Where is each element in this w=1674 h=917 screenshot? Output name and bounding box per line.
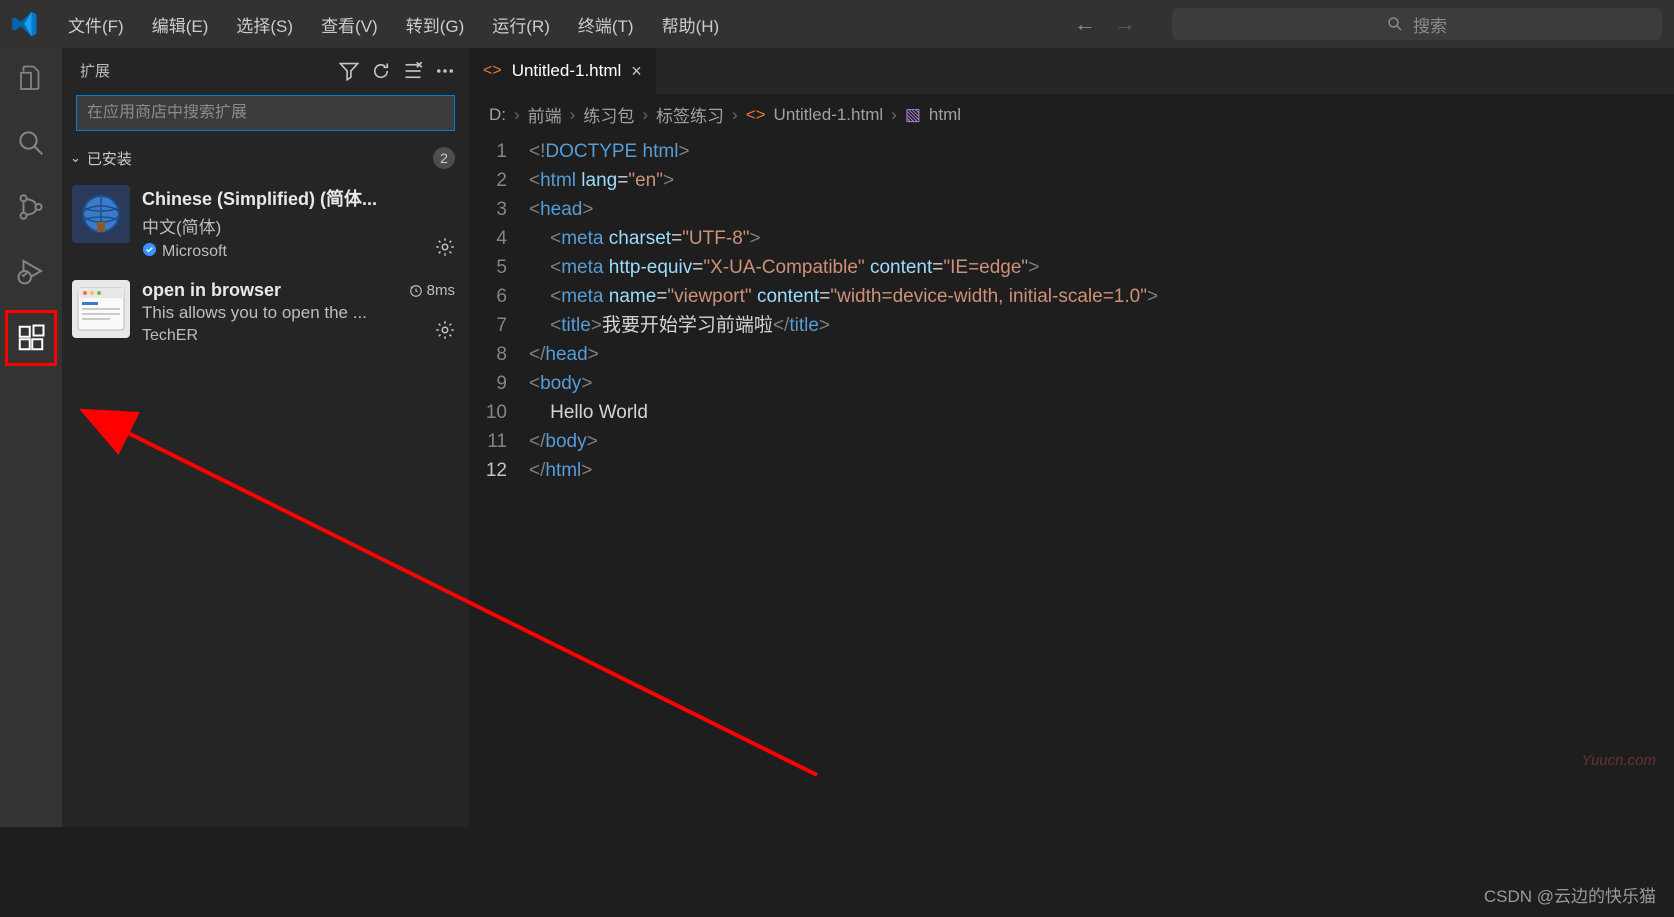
chevron-down-icon: ⌄ <box>70 150 81 166</box>
extension-title: Chinese (Simplified) (简体... <box>142 185 423 211</box>
menu-view[interactable]: 查看(V) <box>311 8 388 41</box>
activity-search[interactable] <box>14 126 48 160</box>
vscode-logo-icon <box>12 11 38 37</box>
extensions-search-input[interactable] <box>77 104 454 122</box>
watermark-site: Yuucn.com <box>1582 752 1656 769</box>
more-icon[interactable] <box>435 61 455 81</box>
extension-item[interactable]: Chinese (Simplified) (简体... 中文(简体) Micro… <box>62 177 469 272</box>
html-file-icon: <> <box>483 62 502 80</box>
extension-load-time: 8ms <box>409 282 455 299</box>
menu-selection[interactable]: 选择(S) <box>226 8 303 41</box>
menu-run[interactable]: 运行(R) <box>482 8 560 41</box>
symbol-icon: ▧ <box>905 105 921 125</box>
activity-debug[interactable] <box>14 254 48 288</box>
menu-help[interactable]: 帮助(H) <box>652 8 730 41</box>
menu-goto[interactable]: 转到(G) <box>396 8 475 41</box>
close-icon[interactable]: × <box>631 61 642 82</box>
breadcrumb-item[interactable]: D: <box>489 105 506 125</box>
nav-back-icon[interactable]: ← <box>1074 11 1096 37</box>
tab-filename: Untitled-1.html <box>512 61 622 81</box>
verified-icon <box>142 242 157 262</box>
extension-desc: This allows you to open the ... <box>142 303 397 323</box>
installed-section[interactable]: ⌄ 已安装 2 <box>62 141 469 177</box>
section-label: 已安装 <box>87 148 132 169</box>
code-editor[interactable]: 123 456 789 101112 <!DOCTYPE html><html … <box>469 135 1674 485</box>
extension-publisher: TechER <box>142 327 198 345</box>
activity-explorer[interactable] <box>14 62 48 96</box>
breadcrumb-item[interactable]: html <box>929 105 961 125</box>
extension-item[interactable]: open in browser This allows you to open … <box>62 272 469 355</box>
code-content[interactable]: <!DOCTYPE html><html lang="en"><head> <m… <box>529 137 1674 485</box>
activity-source-control[interactable] <box>14 190 48 224</box>
titlebar: 文件(F) 编辑(E) 选择(S) 查看(V) 转到(G) 运行(R) 终端(T… <box>0 0 1674 48</box>
editor-tab[interactable]: <> Untitled-1.html × <box>469 48 657 94</box>
activity-extensions[interactable] <box>14 321 48 355</box>
line-gutter: 123 456 789 101112 <box>469 137 529 485</box>
breadcrumb[interactable]: D:› 前端› 练习包› 标签练习› <> Untitled-1.html› ▧… <box>469 94 1674 135</box>
html-file-icon: <> <box>746 105 766 125</box>
breadcrumb-item[interactable]: 标签练习 <box>656 102 724 127</box>
sidebar-title: 扩展 <box>80 60 327 81</box>
refresh-icon[interactable] <box>371 61 391 81</box>
command-center-search[interactable]: 搜索 <box>1172 8 1662 40</box>
section-count-badge: 2 <box>433 147 455 169</box>
breadcrumb-item[interactable]: 前端 <box>528 102 562 127</box>
breadcrumb-item[interactable]: 练习包 <box>583 102 634 127</box>
menu-file[interactable]: 文件(F) <box>58 8 134 41</box>
menu-edit[interactable]: 编辑(E) <box>142 8 219 41</box>
watermark-author: CSDN @云边的快乐猫 <box>1484 882 1656 907</box>
extension-desc: 中文(简体) <box>142 213 423 238</box>
extensions-sidebar: 扩展 ⌄ 已安装 2 Chinese (Simplified) (简体... 中… <box>62 48 469 827</box>
filter-icon[interactable] <box>339 61 359 81</box>
gear-icon[interactable] <box>435 320 455 345</box>
activity-extensions-highlight <box>5 310 57 366</box>
extension-publisher: Microsoft <box>162 243 227 261</box>
menu-terminal[interactable]: 终端(T) <box>568 8 644 41</box>
search-icon <box>1387 16 1403 32</box>
editor-area: <> Untitled-1.html × D:› 前端› 练习包› 标签练习› … <box>469 48 1674 827</box>
editor-tabs: <> Untitled-1.html × <box>469 48 1674 94</box>
extensions-search[interactable] <box>76 95 455 131</box>
gear-icon[interactable] <box>435 237 455 262</box>
nav-forward-icon[interactable]: → <box>1114 11 1136 37</box>
extension-title: open in browser <box>142 280 397 301</box>
extension-icon <box>72 185 130 243</box>
search-placeholder: 搜索 <box>1413 12 1447 37</box>
activity-bar <box>0 48 62 827</box>
extension-icon <box>72 280 130 338</box>
clear-icon[interactable] <box>403 61 423 81</box>
breadcrumb-item[interactable]: Untitled-1.html <box>774 105 884 125</box>
history-icon <box>409 284 423 298</box>
